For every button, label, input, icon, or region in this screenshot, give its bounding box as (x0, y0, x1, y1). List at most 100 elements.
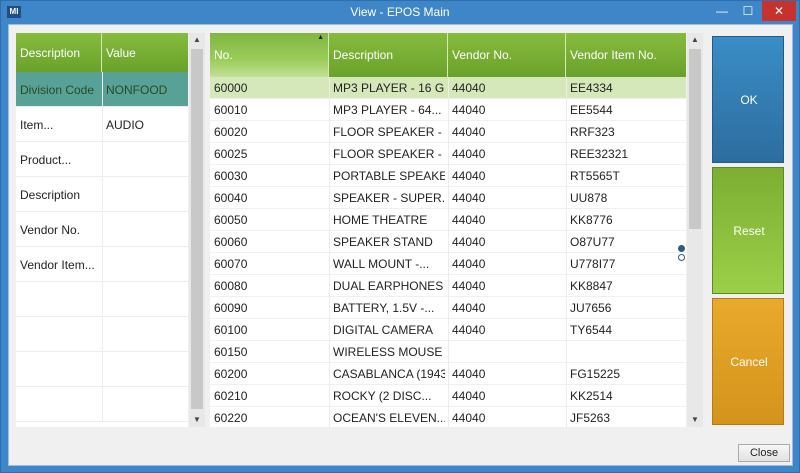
property-row-empty (16, 352, 188, 387)
title-bar[interactable]: MI View - EPOS Main — ☐ ✕ (1, 1, 799, 23)
column-divider (329, 385, 330, 407)
table-row[interactable]: 60100 DIGITAL CAMERA 44040 TY6544 (210, 319, 686, 341)
page-indicator-active-icon[interactable] (678, 245, 685, 252)
minimize-icon[interactable]: — (709, 1, 735, 21)
cell-vendor-no: 44040 (452, 103, 486, 117)
property-row[interactable]: Description (16, 177, 188, 212)
table-row[interactable]: 60000 MP3 PLAYER - 16 GB 44040 EE4334 (210, 77, 686, 99)
table-row[interactable]: 60030 PORTABLE SPEAKER 44040 RT5565T (210, 165, 686, 187)
cell-no: 60100 (214, 323, 248, 337)
column-header-vendor-no[interactable]: Vendor No. (448, 33, 566, 77)
maximize-icon[interactable]: ☐ (735, 1, 761, 21)
column-divider (102, 177, 103, 212)
property-row-empty (16, 282, 188, 317)
column-divider (448, 77, 449, 99)
grid-scrollbar[interactable]: ▲ ▼ (687, 33, 703, 427)
table-row[interactable]: 60040 SPEAKER - SUPER... 44040 UU878 (210, 187, 686, 209)
window-title: View - EPOS Main (350, 5, 450, 19)
column-divider (566, 407, 567, 427)
close-button[interactable]: Close (738, 444, 790, 462)
property-header-value[interactable]: Value (102, 33, 188, 72)
column-divider (448, 253, 449, 275)
column-header-description[interactable]: Description (329, 33, 448, 77)
table-row[interactable]: 60070 WALL MOUNT -... 44040 U778I77 (210, 253, 686, 275)
column-divider (566, 231, 567, 253)
cell-description: MP3 PLAYER - 16 GB (333, 81, 445, 95)
ok-button[interactable]: OK (712, 36, 784, 163)
column-divider (102, 142, 103, 177)
table-row[interactable]: 60200 CASABLANCA (1943) 44040 FG15225 (210, 363, 686, 385)
table-row[interactable]: 60020 FLOOR SPEAKER - 2... 44040 RRF323 (210, 121, 686, 143)
cell-no: 60010 (214, 103, 248, 117)
page-indicator-inactive-icon[interactable] (678, 254, 685, 261)
scroll-up-icon[interactable]: ▲ (189, 33, 205, 47)
column-divider (329, 121, 330, 143)
column-header-vendor-item-no[interactable]: Vendor Item No. (566, 33, 686, 77)
table-row[interactable]: 60150 WIRELESS MOUSE (210, 341, 686, 363)
column-divider (329, 77, 330, 99)
table-row[interactable]: 60025 FLOOR SPEAKER - 3... 44040 REE32321 (210, 143, 686, 165)
cell-vendor-item-no: U778I77 (570, 257, 616, 271)
column-divider (102, 282, 103, 317)
cell-description: HOME THEATRE (333, 213, 428, 227)
property-scrollbar[interactable]: ▲ ▼ (189, 33, 205, 427)
table-row[interactable]: 60080 DUAL EARPHONES 44040 KK8847 (210, 275, 686, 297)
cell-vendor-item-no: O87U77 (570, 235, 615, 249)
close-window-icon[interactable]: ✕ (762, 1, 796, 21)
cell-description: BATTERY, 1.5V -... (333, 301, 435, 315)
column-divider (448, 319, 449, 341)
property-label: Vendor No. (20, 223, 81, 237)
table-row[interactable]: 60010 MP3 PLAYER - 64... 44040 EE5544 (210, 99, 686, 121)
property-row[interactable]: Vendor Item... (16, 247, 188, 282)
column-divider (448, 407, 449, 427)
table-row[interactable]: 60090 BATTERY, 1.5V -... 44040 JU7656 (210, 297, 686, 319)
property-row[interactable]: Vendor No. (16, 212, 188, 247)
property-label: Division Code (20, 83, 95, 97)
column-divider (329, 407, 330, 427)
reset-button-label: Reset (733, 224, 765, 238)
table-row[interactable]: 60210 ROCKY (2 DISC... 44040 KK2514 (210, 385, 686, 407)
property-row[interactable]: Product... (16, 142, 188, 177)
column-divider (329, 341, 330, 363)
cell-vendor-item-no: RRF323 (570, 125, 615, 139)
column-divider (566, 143, 567, 165)
scroll-down-icon[interactable]: ▼ (189, 413, 205, 427)
property-header-description[interactable]: Description (16, 33, 102, 72)
column-divider (102, 107, 103, 142)
reset-button[interactable]: Reset (712, 167, 784, 294)
cell-description: FLOOR SPEAKER - 2... (333, 125, 445, 139)
property-value[interactable]: AUDIO (106, 118, 144, 132)
cancel-button[interactable]: Cancel (712, 298, 784, 425)
scroll-thumb[interactable] (689, 49, 701, 229)
scroll-down-icon[interactable]: ▼ (687, 413, 703, 427)
cell-description: DIGITAL CAMERA (333, 323, 434, 337)
cell-vendor-item-no: FG15225 (570, 367, 621, 381)
property-header-label: Description (20, 46, 81, 60)
ok-button-label: OK (740, 93, 758, 107)
column-divider (329, 209, 330, 231)
cell-vendor-no: 44040 (452, 191, 486, 205)
property-row[interactable]: Division Code NONFOOD (16, 72, 188, 107)
column-divider (329, 231, 330, 253)
scroll-up-icon[interactable]: ▲ (687, 33, 703, 47)
cell-no: 60220 (214, 411, 248, 425)
column-divider (329, 363, 330, 385)
column-divider (102, 387, 103, 422)
column-header-no[interactable]: No. ▲ (210, 33, 329, 77)
column-divider (329, 319, 330, 341)
column-divider (448, 187, 449, 209)
column-divider (448, 341, 449, 363)
cell-no: 60080 (214, 279, 248, 293)
property-row[interactable]: Item... AUDIO (16, 107, 188, 142)
cell-vendor-no: 44040 (452, 279, 486, 293)
column-header-label: Vendor Item No. (570, 48, 657, 62)
cell-no: 60200 (214, 367, 248, 381)
table-row[interactable]: 60220 OCEAN'S ELEVEN... 44040 JF5263 (210, 407, 686, 427)
property-value[interactable]: NONFOOD (106, 83, 167, 97)
table-row[interactable]: 60060 SPEAKER STAND 44040 O87U77 (210, 231, 686, 253)
scroll-thumb[interactable] (191, 49, 203, 409)
column-divider (566, 121, 567, 143)
cell-description: PORTABLE SPEAKER (333, 169, 445, 183)
table-row[interactable]: 60050 HOME THEATRE 44040 KK8776 (210, 209, 686, 231)
column-header-label: Description (333, 48, 394, 62)
